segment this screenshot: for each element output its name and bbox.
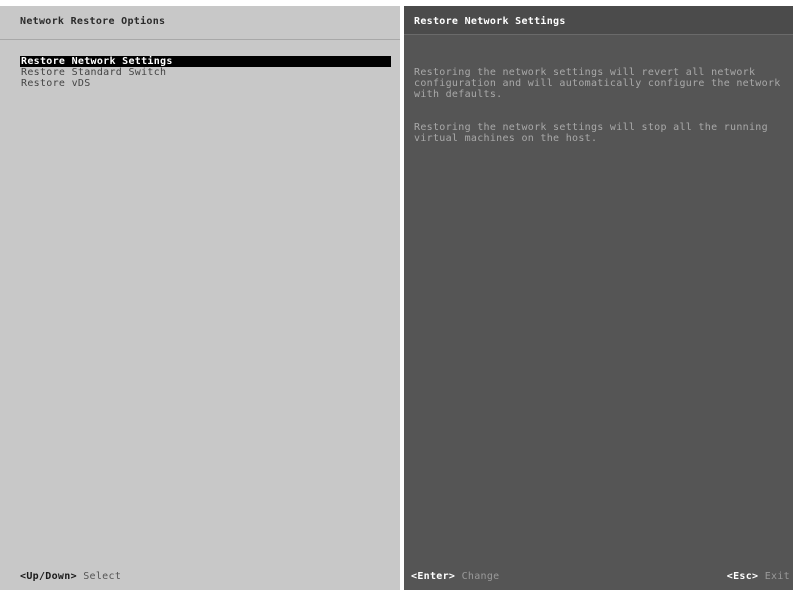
- select-action-label: Select: [83, 571, 122, 582]
- details-description: Restoring the network settings will reve…: [414, 56, 786, 166]
- description-paragraph: Restoring the network settings will stop…: [414, 122, 768, 144]
- esc-key[interactable]: <Esc>: [727, 571, 759, 582]
- exit-action-label: Exit: [764, 571, 790, 582]
- up-down-key[interactable]: <Up/Down>: [20, 571, 77, 582]
- options-panel: Network Restore Options Restore Network …: [0, 0, 400, 590]
- top-strip: [0, 0, 793, 6]
- exit-hint: <Esc> Exit: [727, 571, 790, 582]
- menu-item-restore-network-settings[interactable]: Restore Network Settings: [20, 56, 391, 67]
- select-hint: <Up/Down> Select: [20, 571, 121, 582]
- restore-options-menu: Restore Network Settings Restore Standar…: [20, 56, 391, 89]
- change-action-label: Change: [461, 571, 500, 582]
- enter-key[interactable]: <Enter>: [411, 571, 455, 582]
- options-title: Network Restore Options: [20, 16, 166, 27]
- dcui-screen: Network Restore Options Restore Network …: [0, 0, 793, 590]
- menu-item-restore-standard-switch[interactable]: Restore Standard Switch: [20, 67, 391, 78]
- details-title: Restore Network Settings: [414, 16, 566, 27]
- details-panel: Restore Network Settings Restoring the n…: [404, 0, 793, 590]
- options-title-bar: Network Restore Options: [0, 0, 400, 40]
- menu-item-restore-vds[interactable]: Restore vDS: [20, 78, 391, 89]
- details-title-bar: Restore Network Settings: [404, 6, 793, 35]
- change-hint: <Enter> Change: [411, 571, 500, 582]
- description-paragraph: Restoring the network settings will reve…: [414, 67, 781, 100]
